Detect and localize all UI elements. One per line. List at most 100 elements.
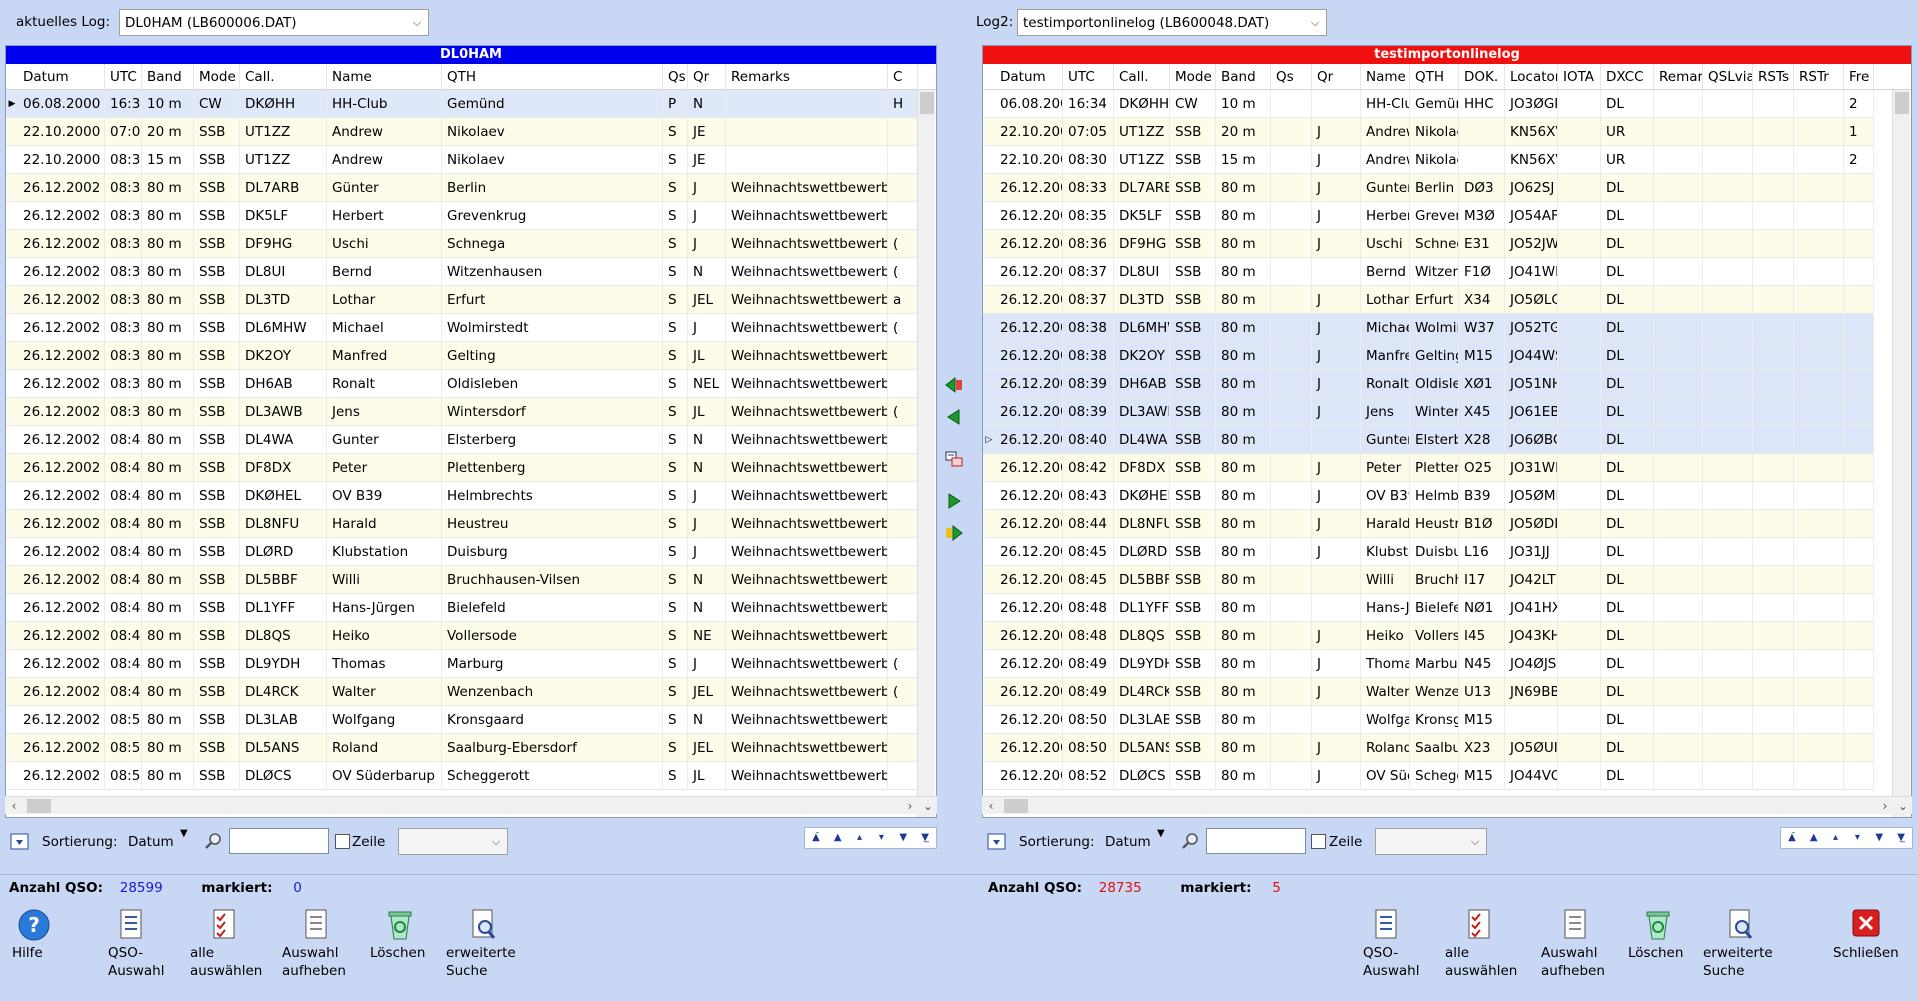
- column-header[interactable]: Locator: [1505, 64, 1558, 90]
- sort-dropdown-icon[interactable]: ▼: [180, 828, 188, 839]
- scroll-right-icon[interactable]: ›: [1876, 797, 1894, 815]
- table-row[interactable]: 26.12.200208:3780 mSSBDL3TDLotharErfurtS…: [6, 286, 918, 314]
- table-row[interactable]: 26.12.200208:4980 mSSBDL9YDHThomasMarbur…: [6, 650, 918, 678]
- table-row[interactable]: 26.12.200208:39DL3AWBSSB80 m JJensWinters…: [983, 398, 1874, 426]
- column-header[interactable]: Band: [142, 64, 194, 90]
- right-vscroll-thumb[interactable]: [1895, 92, 1909, 114]
- column-header[interactable]: QTH: [1410, 64, 1459, 90]
- left-zeile-select[interactable]: ⌵: [398, 828, 508, 855]
- table-row[interactable]: 26.12.200208:52DLØCSSSB80 m JOV Süderbaru…: [983, 762, 1874, 790]
- table-row[interactable]: 26.12.200208:4580 mSSBDL5BBFWilliBruchha…: [6, 566, 918, 594]
- table-row[interactable]: 26.12.200208:39DH6ABSSB80 m JRonaltOldisl…: [983, 370, 1874, 398]
- left-hscroll-thumb[interactable]: [27, 799, 51, 813]
- table-row[interactable]: 26.12.200208:5080 mSSBDL5ANSRolandSaalbu…: [6, 734, 918, 762]
- table-row[interactable]: 26.12.200208:35DK5LFSSB80 m JHerbertGreve…: [983, 202, 1874, 230]
- column-header[interactable]: QSLvia: [1703, 64, 1753, 90]
- table-row[interactable]: 26.12.200208:3780 mSSBDL8UIBerndWitzenha…: [6, 258, 918, 286]
- table-row[interactable]: 26.12.200208:49DL9YDHSSB80 m JThomasMarbu…: [983, 650, 1874, 678]
- toolbar-button-0[interactable]: QSO- Auswahl: [1363, 908, 1419, 980]
- table-row[interactable]: 26.12.200208:48DL8QSSSB80 m JHeikoVollers…: [983, 622, 1874, 650]
- table-row[interactable]: 26.12.200208:48DL1YFFSSB80 m Hans-JürgenB…: [983, 594, 1874, 622]
- table-row[interactable]: 26.12.200208:45DLØRDSSB80 mJKlubstationD…: [983, 538, 1874, 566]
- right-vertical-scrollbar[interactable]: [1892, 90, 1910, 817]
- table-row[interactable]: 26.12.200208:4980 mSSBDL4RCKWalterWenzen…: [6, 678, 918, 706]
- table-row[interactable]: 22.10.200007:05UT1ZZSSB20 m JAndrewNikola…: [983, 118, 1874, 146]
- table-row[interactable]: 22.10.200008:30UT1ZZSSB15 m JAndrewNikola…: [983, 146, 1874, 174]
- table-row[interactable]: 26.12.200208:3980 mSSBDH6ABRonaltOldisle…: [6, 370, 918, 398]
- table-row[interactable]: 26.12.200208:38DL6MHWSSB80 m JMichaelWolm…: [983, 314, 1874, 342]
- column-header[interactable]: Datum: [18, 64, 105, 90]
- page-up-icon[interactable]: ▲: [1803, 828, 1825, 848]
- table-row[interactable]: 22.10.200007:0520 mSSBUT1ZZAndrewNikolae…: [6, 118, 918, 146]
- transfer-to-left-icon[interactable]: [943, 406, 965, 428]
- scroll-down-icon[interactable]: ⌄: [1894, 797, 1912, 815]
- chevron-down-icon[interactable]: ⌵: [485, 829, 507, 854]
- table-row[interactable]: 26.12.200208:50DL5ANSSSB80 m JRolandSaalb…: [983, 734, 1874, 762]
- log2-select[interactable]: testimportonlinelog (LB600048.DAT) ⌵: [1017, 9, 1327, 36]
- right-horizontal-scrollbar[interactable]: ‹ › ⌄: [982, 796, 1912, 814]
- column-header[interactable]: Call.: [1114, 64, 1170, 90]
- scroll-left-icon[interactable]: ‹: [982, 797, 1000, 815]
- column-header[interactable]: Qr: [688, 64, 726, 90]
- table-row[interactable]: 26.12.200208:4380 mSSBDKØHELOV B39Helmbr…: [6, 482, 918, 510]
- next-record-icon[interactable]: ▾: [870, 828, 892, 848]
- table-row[interactable]: 26.12.200208:37DL3TDSSB80 m JLotharErfurt…: [983, 286, 1874, 314]
- next-record-icon[interactable]: ▾: [1846, 828, 1868, 848]
- table-row[interactable]: ▷26.12.200208:40DL4WASSB80 m GunterElster…: [983, 426, 1874, 454]
- left-zeile-checkbox[interactable]: [335, 834, 350, 849]
- chevron-down-icon[interactable]: ⌵: [406, 10, 428, 35]
- column-header[interactable]: Mode: [1170, 64, 1216, 90]
- scroll-right-icon[interactable]: ›: [901, 797, 919, 815]
- column-header[interactable]: DXCC: [1601, 64, 1654, 90]
- column-header[interactable]: IOTA: [1558, 64, 1601, 90]
- toolbar-button-2[interactable]: Auswahl aufheben: [1541, 908, 1611, 980]
- toolbar-button-5[interactable]: Schließen: [1833, 908, 1899, 962]
- table-row[interactable]: 26.12.200208:36DF9HGSSB80 m JUschiSchnega…: [983, 230, 1874, 258]
- chevron-down-icon[interactable]: ⌵: [1304, 10, 1326, 35]
- right-search-input[interactable]: [1206, 828, 1306, 854]
- table-row[interactable]: 26.12.200208:4880 mSSBDL8QSHeikoVollerso…: [6, 622, 918, 650]
- column-header[interactable]: Band: [1216, 64, 1271, 90]
- table-row[interactable]: 26.12.200208:33DL7ARBSSB80 m JGunterBerli…: [983, 174, 1874, 202]
- table-row[interactable]: 26.12.200208:38DK2OYSSB80 m JManfredGelti…: [983, 342, 1874, 370]
- log1-select[interactable]: DL0HAM (LB600006.DAT) ⌵: [119, 9, 429, 36]
- table-row[interactable]: 26.12.200208:3880 mSSBDK2OYManfredGeltin…: [6, 342, 918, 370]
- column-header[interactable]: Call.: [240, 64, 327, 90]
- toolbar-button-1[interactable]: alle auswählen: [1445, 908, 1517, 980]
- table-row[interactable]: 26.12.200208:3980 mSSBDL3AWBJensWintersd…: [6, 398, 918, 426]
- column-header[interactable]: QTH: [442, 64, 663, 90]
- column-header[interactable]: UTC: [1063, 64, 1114, 90]
- page-down-icon[interactable]: ▼: [1868, 828, 1890, 848]
- right-sort-value[interactable]: Datum: [1105, 834, 1151, 850]
- column-header[interactable]: Qs: [1271, 64, 1312, 90]
- table-row[interactable]: 26.12.200208:4080 mSSBDL4WAGunterElsterb…: [6, 426, 918, 454]
- table-row[interactable]: 22.10.200008:3015 mSSBUT1ZZAndrewNikolae…: [6, 146, 918, 174]
- table-row[interactable]: 26.12.200208:44DL8NFUSSB80 m JHaraldHeust…: [983, 510, 1874, 538]
- prev-record-icon[interactable]: ▴: [1825, 828, 1847, 848]
- table-row[interactable]: 26.12.200208:5080 mSSBDL3LABWolfgangKron…: [6, 706, 918, 734]
- table-row[interactable]: 26.12.200208:50DL3LABSSB80 m WolfgangKron…: [983, 706, 1874, 734]
- table-row[interactable]: 26.12.200208:5280 mSSBDLØCSOV Süderbarup…: [6, 762, 918, 790]
- sort-options-icon[interactable]: [987, 832, 1007, 852]
- column-header[interactable]: DOK.: [1459, 64, 1505, 90]
- transfer-all-to-left-icon[interactable]: [943, 374, 965, 396]
- column-header[interactable]: Datum: [995, 64, 1063, 90]
- column-header[interactable]: Name: [1361, 64, 1410, 90]
- column-header[interactable]: RSTs: [1753, 64, 1794, 90]
- right-hscroll-thumb[interactable]: [1004, 799, 1028, 813]
- table-row[interactable]: 26.12.200208:4880 mSSBDL1YFFHans-JürgenB…: [6, 594, 918, 622]
- column-header[interactable]: C: [888, 64, 918, 90]
- column-header[interactable]: UTC: [105, 64, 142, 90]
- column-header[interactable]: Qr: [1312, 64, 1361, 90]
- table-row[interactable]: 26.12.200208:42DF8DXSSB80 m JPeterPletten…: [983, 454, 1874, 482]
- toolbar-button-4[interactable]: Löschen: [370, 908, 430, 962]
- column-header[interactable]: Remarks: [726, 64, 888, 90]
- right-zeile-checkbox[interactable]: [1311, 834, 1326, 849]
- table-row[interactable]: 26.12.200208:45DL5BBFSSB80 m WilliBruchha…: [983, 566, 1874, 594]
- page-down-icon[interactable]: ▼: [892, 828, 914, 848]
- column-header[interactable]: Qs: [663, 64, 688, 90]
- table-row[interactable]: 26.12.200208:49DL4RCKSSB80 m JWalterWenze…: [983, 678, 1874, 706]
- last-record-icon[interactable]: ▼̲: [914, 828, 936, 848]
- left-horizontal-scrollbar[interactable]: ‹ › ⌄: [5, 796, 937, 814]
- column-header[interactable]: Remarks: [1654, 64, 1703, 90]
